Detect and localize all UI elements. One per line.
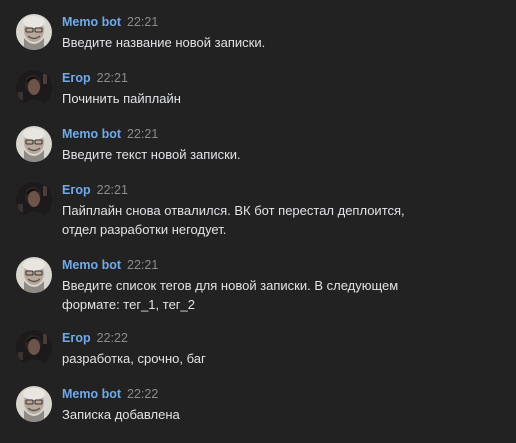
message-time[interactable]: 22:22 xyxy=(127,387,158,401)
message-line: Введите список тегов для новой записки. … xyxy=(62,278,399,293)
user-avatar-image xyxy=(16,330,52,366)
message-time[interactable]: 22:21 xyxy=(127,15,158,29)
bot-avatar[interactable] xyxy=(16,257,52,293)
author-name[interactable]: Memo bot xyxy=(62,258,121,272)
author-name[interactable]: Егор xyxy=(62,331,91,345)
bot-avatar-image xyxy=(16,14,52,50)
message-line: отдел разработки негодует. xyxy=(62,222,227,237)
message-meta: Егор 22:21 xyxy=(62,182,128,198)
message-meta: Memo bot 22:21 xyxy=(62,257,158,273)
bot-avatar[interactable] xyxy=(16,386,52,422)
author-name[interactable]: Memo bot xyxy=(62,387,121,401)
author-name[interactable]: Егор xyxy=(62,71,91,85)
message-time[interactable]: 22:21 xyxy=(97,71,128,85)
bot-avatar[interactable] xyxy=(16,126,52,162)
author-name[interactable]: Memo bot xyxy=(62,127,121,141)
user-avatar[interactable] xyxy=(16,182,52,218)
user-avatar-image xyxy=(16,182,52,218)
message-line: формате: тег_1, тег_2 xyxy=(62,297,196,312)
message-text: Пайплайн снова отвалился. ВК бот переста… xyxy=(62,201,502,239)
bot-avatar[interactable] xyxy=(16,14,52,50)
message-text: разработка, срочно, баг xyxy=(62,349,502,368)
message-history: Memo bot 22:21 Введите название новой зап… xyxy=(0,0,516,443)
message-line: разработка, срочно, баг xyxy=(62,351,206,366)
message-time[interactable]: 22:21 xyxy=(127,127,158,141)
message-line: Пайплайн снова отвалился. ВК бот переста… xyxy=(62,203,405,218)
message-meta: Егор 22:21 xyxy=(62,70,128,86)
message-meta: Егор 22:22 xyxy=(62,330,128,346)
message-text: Введите список тегов для новой записки. … xyxy=(62,276,502,314)
message-meta: Memo bot 22:21 xyxy=(62,126,158,142)
message-text: Введите текст новой записки. xyxy=(62,145,502,164)
message-time[interactable]: 22:21 xyxy=(97,183,128,197)
message-line: Введите текст новой записки. xyxy=(62,147,241,162)
author-name[interactable]: Егор xyxy=(62,183,91,197)
message-line: Введите название новой записки. xyxy=(62,35,266,50)
user-avatar[interactable] xyxy=(16,70,52,106)
message-meta: Memo bot 22:22 xyxy=(62,386,158,402)
message-meta: Memo bot 22:21 xyxy=(62,14,158,30)
message-text: Починить пайплайн xyxy=(62,89,502,108)
bot-avatar-image xyxy=(16,257,52,293)
message-text: Введите название новой записки. xyxy=(62,33,502,52)
message-line: Записка добавлена xyxy=(62,407,180,422)
user-avatar[interactable] xyxy=(16,330,52,366)
message-text: Записка добавлена xyxy=(62,405,502,424)
author-name[interactable]: Memo bot xyxy=(62,15,121,29)
user-avatar-image xyxy=(16,70,52,106)
message-line: Починить пайплайн xyxy=(62,91,181,106)
message-time[interactable]: 22:21 xyxy=(127,258,158,272)
bot-avatar-image xyxy=(16,386,52,422)
bot-avatar-image xyxy=(16,126,52,162)
message-time[interactable]: 22:22 xyxy=(97,331,128,345)
